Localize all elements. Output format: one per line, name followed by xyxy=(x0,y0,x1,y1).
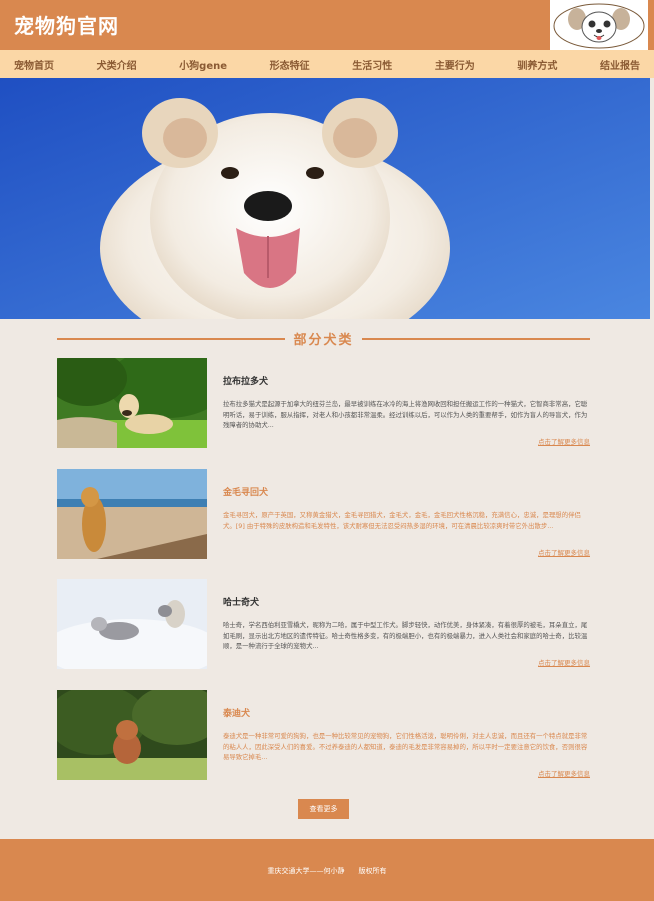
breed-name: 哈士奇犬 xyxy=(223,598,260,608)
section-header: 部分犬类 xyxy=(57,329,590,349)
site-logo-image[interactable] xyxy=(550,0,648,50)
breed-description: 哈士奇，学名西伯利亚雪橇犬，昵称为二哈，属于中型工作犬。脚步轻快，动作优美，身体… xyxy=(223,621,588,650)
section-divider-right xyxy=(362,338,590,340)
site-logo-text[interactable]: 宠物狗官网 xyxy=(14,10,119,39)
breed-name: 金毛寻回犬 xyxy=(223,488,269,498)
hero-banner xyxy=(0,78,650,319)
golden-retriever-image[interactable] xyxy=(57,469,207,559)
learn-more-link[interactable]: 点击了解更多信息 xyxy=(538,547,590,557)
breed-card: 泰迪犬 泰迪犬是一种非常可爱的狗狗，也是一种比较常见的宠物狗，它们性格活泼，聪明… xyxy=(57,690,590,780)
breed-info: 哈士奇犬 哈士奇，学名西伯利亚雪橇犬，昵称为二哈，属于中型工作犬。脚步轻快，动作… xyxy=(223,595,590,652)
learn-more-link[interactable]: 点击了解更多信息 xyxy=(538,657,590,667)
nav-item-behavior[interactable]: 主要行为 xyxy=(435,57,475,72)
breed-description: 拉布拉多猫犬是起源于加拿大的纽芬兰岛，最早被训练在冰冷的海上将渔网收回和担任搬运… xyxy=(223,400,588,429)
main-nav: 宠物首页 犬类介绍 小狗gene 形态特征 生活习性 主要行为 驯养方式 结业报… xyxy=(0,50,654,78)
breed-info: 金毛寻回犬 金毛寻回犬，原产于英国，又称黄金猎犬，金毛寻回猎犬，金毛犬，金毛，金… xyxy=(223,485,590,542)
footer-copyright: 重庆交通大学——何小静 版权所有 xyxy=(267,867,387,875)
breed-card: 拉布拉多犬 拉布拉多猫犬是起源于加拿大的纽芬兰岛，最早被训练在冰冷的海上将渔网收… xyxy=(57,358,590,448)
nav-item-training[interactable]: 驯养方式 xyxy=(517,57,557,72)
nav-item-home[interactable]: 宠物首页 xyxy=(14,57,54,72)
nav-item-report[interactable]: 结业报告 xyxy=(600,57,640,72)
breed-description: 金毛寻回犬，原产于英国，又称黄金猎犬，金毛寻回猎犬，金毛犬，金毛，金毛回犬性格沉… xyxy=(223,511,581,530)
breed-info: 泰迪犬 泰迪犬是一种非常可爱的狗狗，也是一种比较常见的宠物狗，它们性格活泼，聪明… xyxy=(223,706,590,763)
teddy-image[interactable] xyxy=(57,690,207,780)
breed-card: 金毛寻回犬 金毛寻回犬，原产于英国，又称黄金猎犬，金毛寻回猎犬，金毛犬，金毛，金… xyxy=(57,469,590,559)
samoyed-hero-image xyxy=(0,78,650,319)
learn-more-link[interactable]: 点击了解更多信息 xyxy=(538,436,590,446)
site-footer: 重庆交通大学——何小静 版权所有 xyxy=(0,839,654,901)
breed-card: 哈士奇犬 哈士奇，学名西伯利亚雪橇犬，昵称为二哈，属于中型工作犬。脚步轻快，动作… xyxy=(57,579,590,669)
nav-item-gene[interactable]: 小狗gene xyxy=(179,57,227,72)
breed-description: 泰迪犬是一种非常可爱的狗狗，也是一种比较常见的宠物狗，它们性格活泼，聪明伶俐，对… xyxy=(223,732,588,761)
breed-info: 拉布拉多犬 拉布拉多猫犬是起源于加拿大的纽芬兰岛，最早被训练在冰冷的海上将渔网收… xyxy=(223,374,590,431)
learn-more-link[interactable]: 点击了解更多信息 xyxy=(538,768,590,778)
labrador-image[interactable] xyxy=(57,358,207,448)
view-more-button[interactable]: 查看更多 xyxy=(298,799,349,819)
husky-image[interactable] xyxy=(57,579,207,669)
site-header: 宠物狗官网 xyxy=(0,0,654,50)
breed-name: 拉布拉多犬 xyxy=(223,377,269,387)
breed-name: 泰迪犬 xyxy=(223,709,251,719)
nav-item-breeds[interactable]: 犬类介绍 xyxy=(97,57,137,72)
nav-item-habits[interactable]: 生活习性 xyxy=(352,57,392,72)
nav-item-appearance[interactable]: 形态特征 xyxy=(270,57,310,72)
